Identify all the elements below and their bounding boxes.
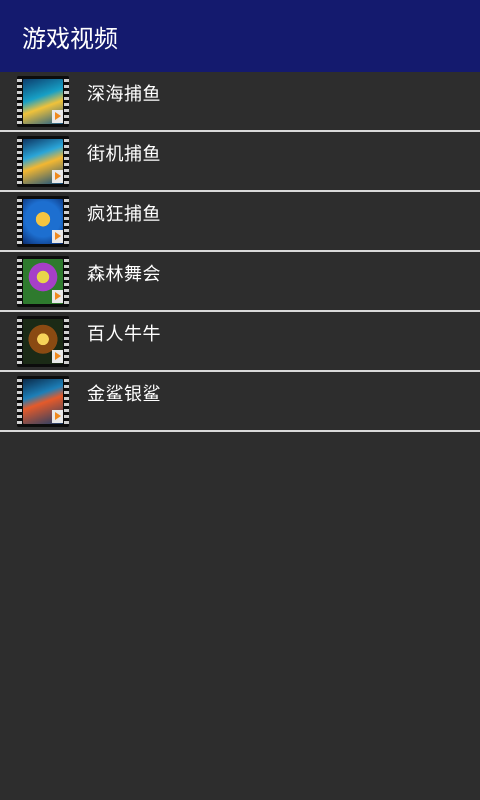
list-item-video-5[interactable]: 百人牛牛 (0, 312, 480, 372)
list-item-video-4[interactable]: 森林舞会 (0, 252, 480, 312)
video-thumbnail-icon (17, 376, 69, 427)
play-icon (52, 230, 63, 243)
list-item-video-6[interactable]: 金鲨银鲨 (0, 372, 480, 432)
play-icon (52, 350, 63, 363)
list-item-label: 百人牛牛 (87, 324, 161, 345)
video-thumbnail-icon (17, 196, 69, 247)
list-item-label: 街机捕鱼 (87, 144, 161, 165)
play-icon (52, 290, 63, 303)
play-icon (52, 110, 63, 123)
page-title: 游戏视频 (22, 24, 118, 53)
video-thumbnail-icon (17, 136, 69, 187)
play-icon (52, 410, 63, 423)
app-bar: 游戏视频 (0, 0, 480, 72)
video-list: 深海捕鱼 街机捕鱼 疯狂捕鱼 森林舞会 百人牛牛 金鲨银鲨 (0, 72, 480, 432)
video-thumbnail-icon (17, 316, 69, 367)
list-item-label: 金鲨银鲨 (87, 384, 161, 405)
play-icon (52, 170, 63, 183)
list-item-label: 深海捕鱼 (87, 84, 161, 105)
list-item-label: 森林舞会 (87, 264, 161, 285)
list-item-video-3[interactable]: 疯狂捕鱼 (0, 192, 480, 252)
video-thumbnail-icon (17, 256, 69, 307)
list-item-video-1[interactable]: 深海捕鱼 (0, 72, 480, 132)
video-thumbnail-icon (17, 76, 69, 127)
list-item-label: 疯狂捕鱼 (87, 204, 161, 225)
list-item-video-2[interactable]: 街机捕鱼 (0, 132, 480, 192)
